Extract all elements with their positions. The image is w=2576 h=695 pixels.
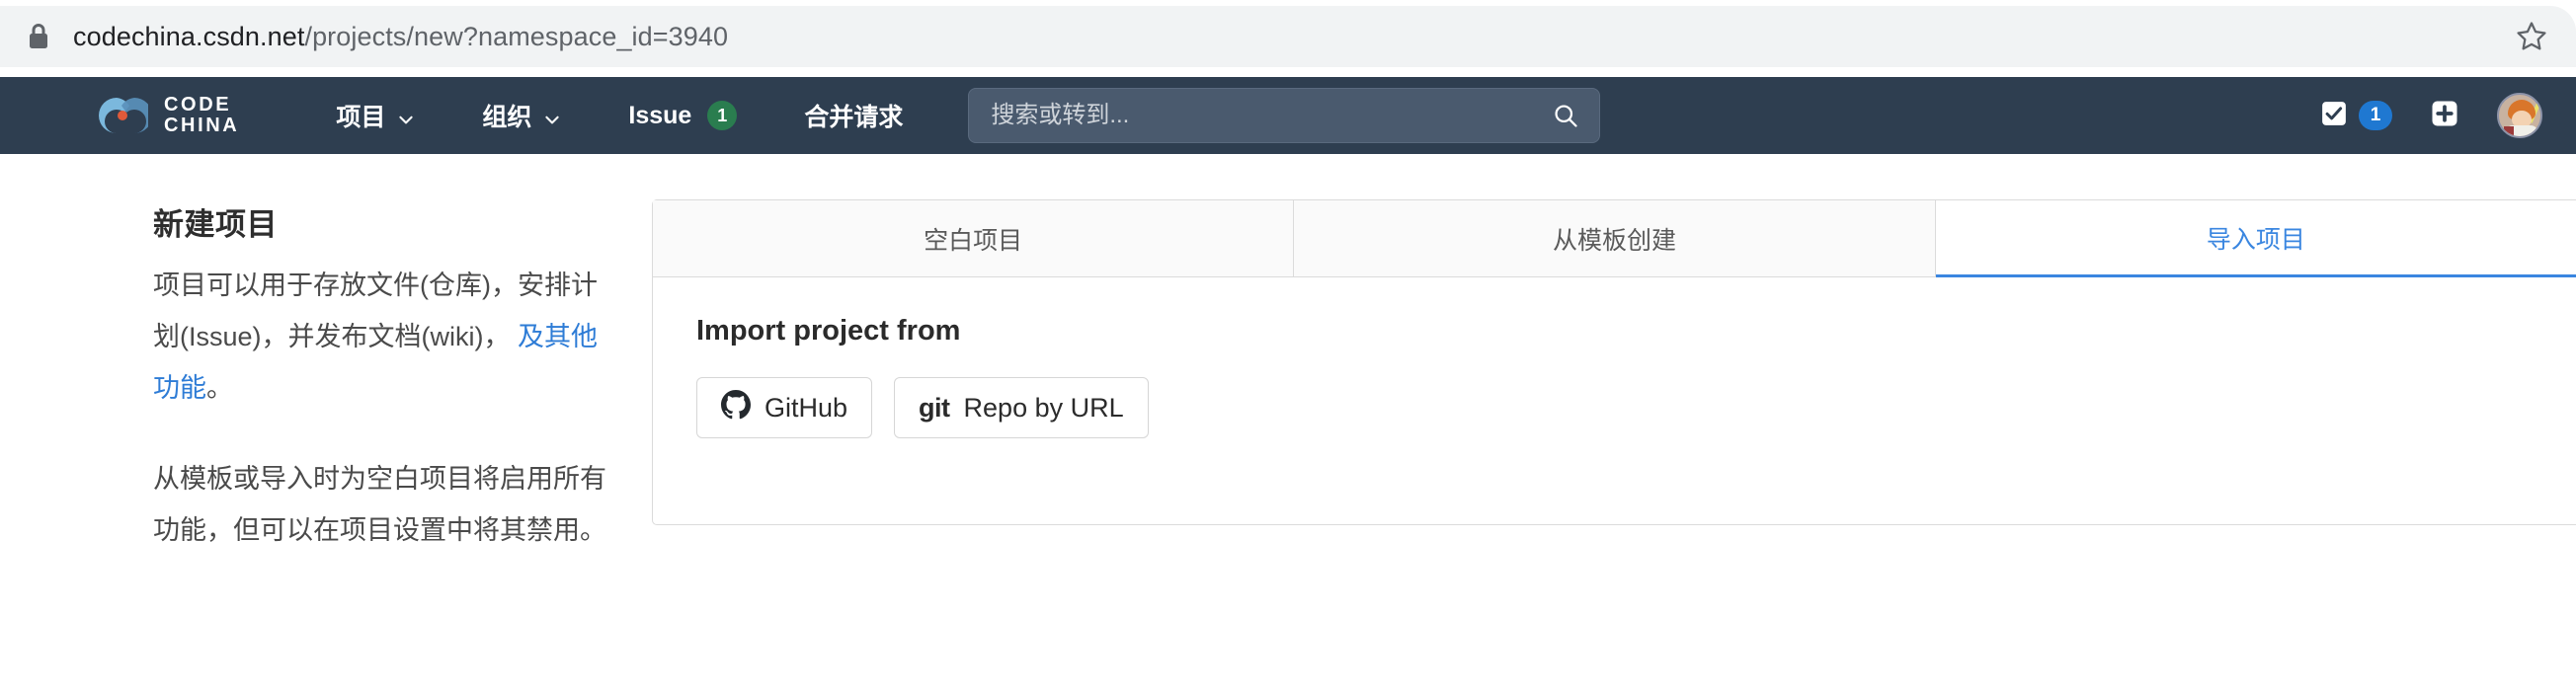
nav-item-projects[interactable]: 项目 xyxy=(302,98,448,133)
left-column: 新建项目 项目可以用于存放文件(仓库)，安排计划(Issue)，并发布文档(wi… xyxy=(0,199,652,695)
search-icon[interactable] xyxy=(1552,102,1579,129)
page-title: 新建项目 xyxy=(153,207,278,242)
issue-count-badge: 1 xyxy=(707,101,738,130)
brand-line-2: CHINA xyxy=(164,115,240,136)
import-github-button[interactable]: GitHub xyxy=(696,377,873,438)
navbar-right: 1 xyxy=(2319,93,2548,138)
nav-item-organizations[interactable]: 组织 xyxy=(448,98,595,133)
avatar[interactable] xyxy=(2497,93,2542,138)
brand-text: CODE CHINA xyxy=(164,95,239,136)
browser-chrome: codechina.csdn.net/projects/new?namespac… xyxy=(0,0,2576,77)
import-heading: Import project from xyxy=(696,315,961,347)
top-navbar: CODE CHINA 项目 组织 Issue 1 合并请求 搜索或转到... 1 xyxy=(0,77,2576,154)
git-icon: git xyxy=(919,392,950,423)
nav-item-label: Issue xyxy=(628,101,692,129)
new-project-panel: 空白项目 从模板创建 导入项目 Import project from GitH… xyxy=(652,199,2576,525)
search-box[interactable] xyxy=(968,88,1601,143)
import-source-buttons: GitHub git Repo by URL xyxy=(696,377,2576,438)
create-new-button[interactable] xyxy=(2430,99,2459,133)
chevron-down-icon xyxy=(397,107,415,124)
todos-button[interactable]: 1 xyxy=(2319,99,2392,133)
import-panel-body: Import project from GitHub git Repo by U… xyxy=(653,277,2576,478)
address-bar[interactable]: codechina.csdn.net/projects/new?namespac… xyxy=(0,6,2576,67)
avatar-cape-detail xyxy=(2504,126,2514,136)
import-github-label: GitHub xyxy=(765,392,848,423)
search-input[interactable] xyxy=(989,101,1553,130)
nav-item-label: 合并请求 xyxy=(804,104,904,131)
tab-import-project[interactable]: 导入项目 xyxy=(1935,200,2576,277)
page-body: 新建项目 项目可以用于存放文件(仓库)，安排计划(Issue)，并发布文档(wi… xyxy=(0,154,2576,695)
github-icon xyxy=(721,389,751,426)
nav-item-issue[interactable]: Issue 1 xyxy=(595,101,770,130)
lock-icon xyxy=(26,22,51,51)
todo-count-badge: 1 xyxy=(2359,101,2392,130)
description-text-after: 。 xyxy=(206,373,233,403)
import-repo-by-url-button[interactable]: git Repo by URL xyxy=(894,377,1149,438)
tab-label: 从模板创建 xyxy=(1552,226,1676,255)
features-note-paragraph: 从模板或导入时为空白项目将启用所有功能，但可以在项目设置中将其禁用。 xyxy=(153,464,606,545)
brand-line-1: CODE xyxy=(164,94,232,116)
todo-checkbox-icon xyxy=(2319,99,2349,133)
bookmark-star-icon[interactable] xyxy=(2515,20,2548,53)
url-domain: codechina.csdn.net xyxy=(73,21,305,51)
right-column: 空白项目 从模板创建 导入项目 Import project from GitH… xyxy=(652,199,2576,695)
tab-create-from-template[interactable]: 从模板创建 xyxy=(1294,200,1936,277)
import-repo-by-url-label: Repo by URL xyxy=(963,392,1124,423)
url-path: /projects/new?namespace_id=3940 xyxy=(304,21,729,51)
nav-item-merge-requests[interactable]: 合并请求 xyxy=(770,98,936,133)
url-text: codechina.csdn.net/projects/new?namespac… xyxy=(73,22,728,52)
tab-label: 导入项目 xyxy=(2206,225,2305,254)
search-wrapper xyxy=(968,88,1601,143)
brand-logo[interactable]: CODE CHINA xyxy=(95,94,239,137)
nav-links: 项目 组织 Issue 1 合并请求 xyxy=(302,98,936,133)
nav-item-label: 项目 xyxy=(336,104,386,131)
project-creation-tabs: 空白项目 从模板创建 导入项目 xyxy=(653,200,2576,277)
tab-blank-project[interactable]: 空白项目 xyxy=(653,200,1295,277)
nav-item-label: 组织 xyxy=(482,104,532,131)
project-description-paragraph: 项目可以用于存放文件(仓库)，安排计划(Issue)，并发布文档(wiki)， … xyxy=(153,260,612,414)
chevron-down-icon xyxy=(543,107,561,124)
codechina-cc-logo-icon xyxy=(95,94,152,137)
plus-icon xyxy=(2430,101,2459,132)
tab-label: 空白项目 xyxy=(924,226,1023,255)
